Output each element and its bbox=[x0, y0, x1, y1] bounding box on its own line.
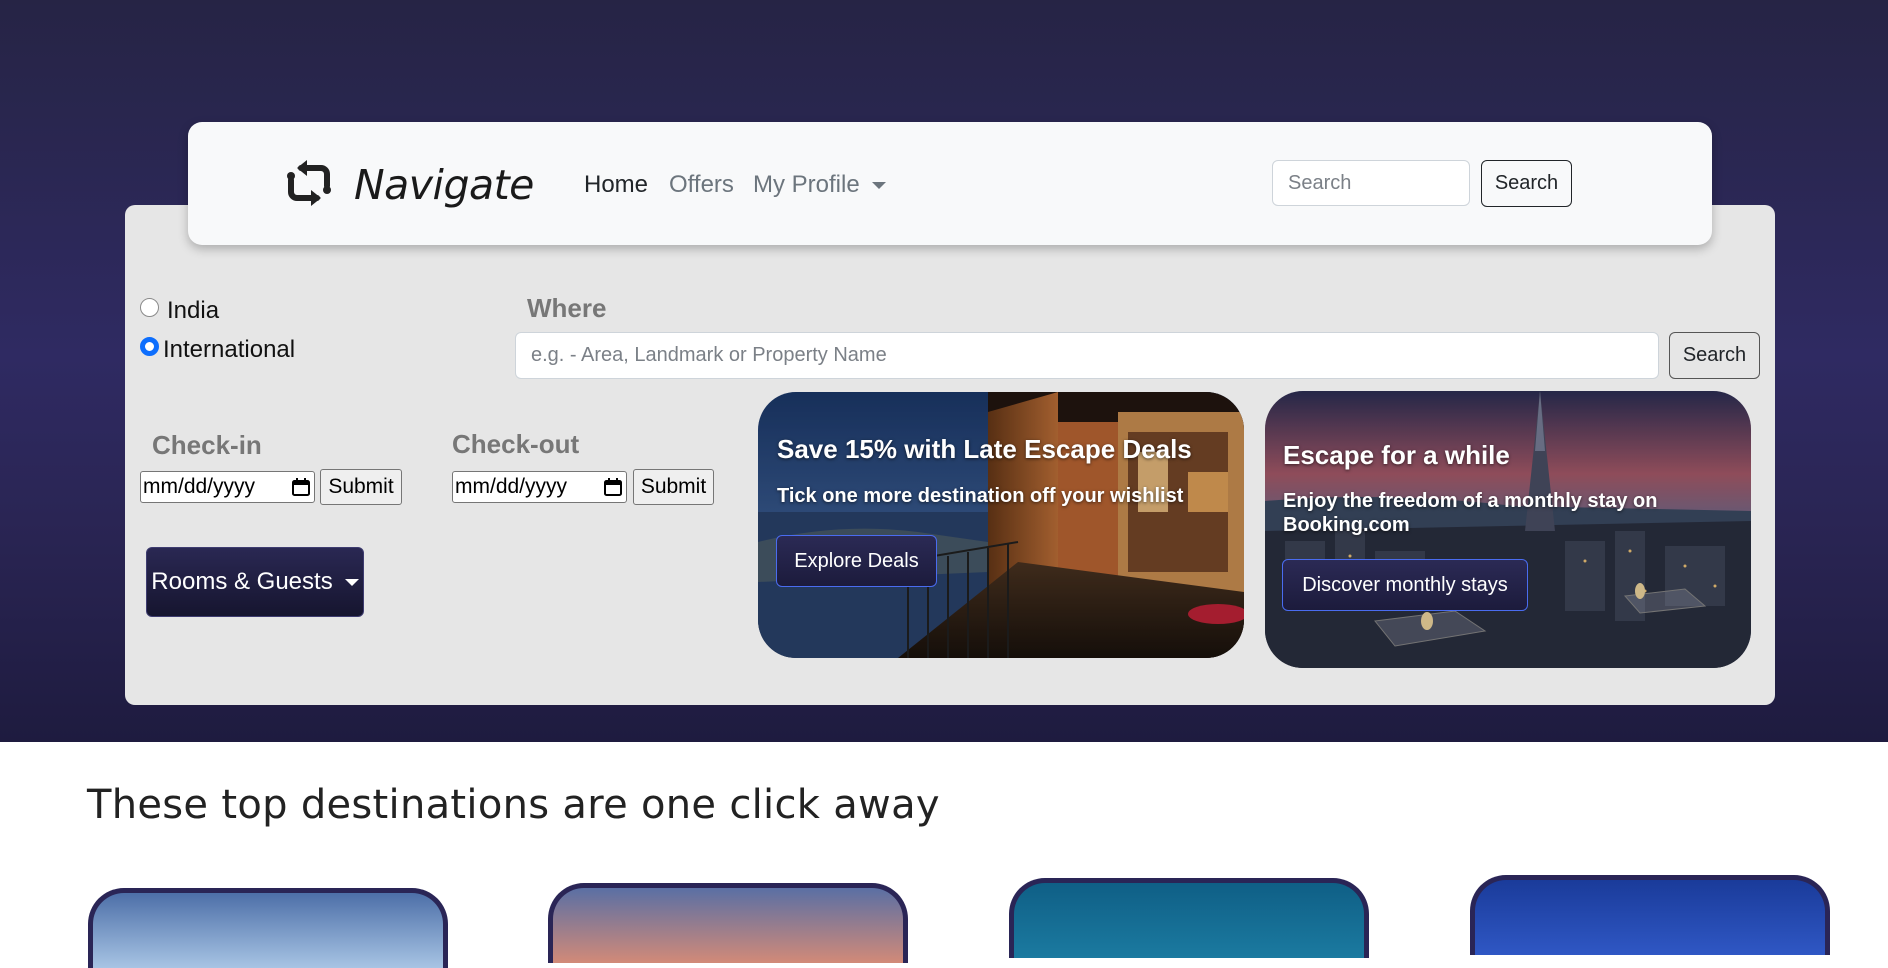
where-label: Where bbox=[527, 293, 607, 323]
radio-international-label: International bbox=[163, 336, 296, 363]
explore-deals-button[interactable]: Explore Deals bbox=[776, 535, 937, 587]
destination-thumbnail[interactable] bbox=[548, 883, 908, 963]
discover-monthly-stays-button[interactable]: Discover monthly stays bbox=[1282, 559, 1528, 611]
promo-card-late-escape[interactable]: Save 15% with Late Escape Deals Tick one… bbox=[758, 392, 1244, 658]
region-option-international[interactable]: International bbox=[140, 336, 295, 364]
chevron-down-icon bbox=[871, 182, 886, 190]
rooms-guests-label: Rooms & Guests bbox=[151, 568, 333, 595]
my-profile-label: My Profile bbox=[753, 171, 860, 198]
promo-card-title: Save 15% with Late Escape Deals bbox=[777, 434, 1192, 464]
nav-my-profile-dropdown[interactable]: My Profile bbox=[753, 170, 886, 200]
destination-thumbnail[interactable] bbox=[1009, 878, 1369, 958]
checkin-date-placeholder: mm/dd/yyyy bbox=[143, 475, 256, 498]
where-search-button[interactable]: Search bbox=[1669, 332, 1760, 379]
checkout-date-placeholder: mm/dd/yyyy bbox=[455, 475, 568, 498]
radio-international[interactable] bbox=[140, 336, 159, 356]
promo-card-subtitle: Enjoy the freedom of a monthly stay on B… bbox=[1283, 490, 1658, 536]
checkin-submit-button[interactable]: Submit bbox=[320, 469, 402, 505]
nav-offers-link[interactable]: Offers bbox=[669, 170, 734, 200]
checkin-label: Check-in bbox=[152, 430, 262, 460]
checkout-label: Check-out bbox=[452, 429, 580, 459]
region-option-india[interactable]: India bbox=[140, 297, 219, 325]
checkout-submit-button[interactable]: Submit bbox=[633, 469, 714, 505]
rooms-guests-dropdown[interactable]: Rooms & Guests bbox=[146, 547, 364, 617]
calendar-icon[interactable] bbox=[292, 478, 310, 496]
destination-thumbnail[interactable] bbox=[88, 888, 448, 968]
navbar-search-input[interactable] bbox=[1272, 160, 1470, 206]
promo-card-subtitle: Tick one more destination off your wishl… bbox=[777, 485, 1184, 507]
where-input[interactable] bbox=[515, 332, 1659, 379]
nav-home-link[interactable]: Home bbox=[584, 170, 648, 200]
navbar-search-button[interactable]: Search bbox=[1481, 160, 1572, 207]
checkout-date-input[interactable]: mm/dd/yyyy bbox=[452, 471, 627, 503]
promo-card-monthly-stay[interactable]: Escape for a while Enjoy the freedom of … bbox=[1265, 391, 1751, 668]
checkin-date-input[interactable]: mm/dd/yyyy bbox=[140, 471, 315, 503]
brand-arrows-icon[interactable] bbox=[287, 160, 331, 206]
resort-balcony-image bbox=[758, 392, 1244, 658]
radio-india-label: India bbox=[167, 297, 220, 324]
promo-card-title: Escape for a while bbox=[1283, 440, 1510, 470]
brand-name[interactable]: Navigate bbox=[354, 160, 534, 210]
calendar-icon[interactable] bbox=[604, 478, 622, 496]
destinations-heading: These top destinations are one click awa… bbox=[87, 782, 940, 828]
destination-thumbnail[interactable] bbox=[1470, 875, 1830, 955]
radio-india[interactable] bbox=[140, 297, 159, 317]
chevron-down-icon bbox=[344, 578, 359, 586]
